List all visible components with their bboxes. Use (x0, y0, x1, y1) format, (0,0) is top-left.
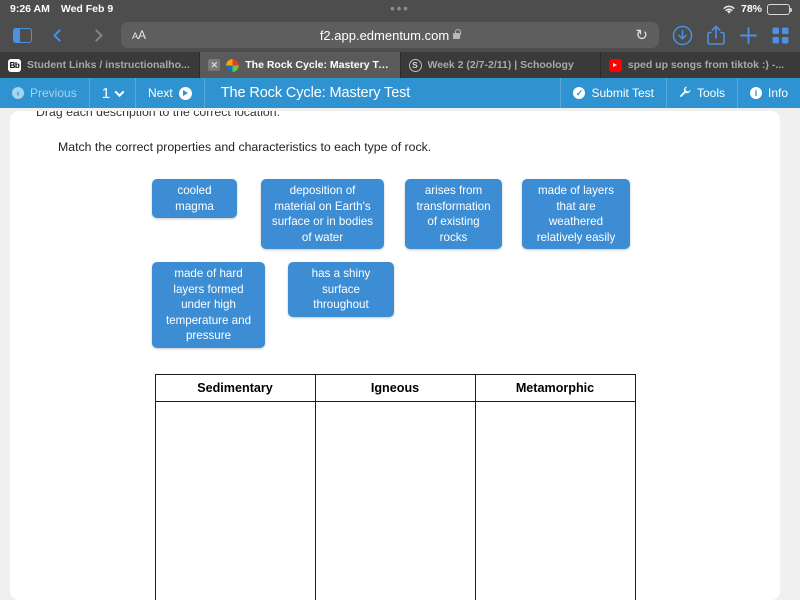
tab-label: Student Links / instructionalho... (27, 59, 190, 71)
draggable-tile[interactable]: deposition of material on Earth's surfac… (261, 179, 384, 249)
previous-label: Previous (30, 86, 77, 100)
schoology-icon: S (408, 58, 422, 72)
rock-classification-table: Sedimentary Igneous Metamorphic (154, 373, 636, 600)
draggable-tile[interactable]: arises from transformation of existing r… (405, 179, 502, 249)
edmentum-app-bar: ‹ Previous 1 Next The Rock Cycle: Master… (0, 78, 800, 108)
question-prompt: Match the correct properties and charact… (58, 140, 432, 154)
status-center-dots: ••• (390, 1, 410, 16)
assessment-card: Drag each description to the correct loc… (10, 111, 780, 600)
previous-circle-icon: ‹ (12, 87, 24, 99)
tab-label: The Rock Cycle: Mastery Test (245, 59, 392, 71)
ios-status-bar: 9:26 AM Wed Feb 9 ••• 78% (0, 0, 800, 18)
share-icon[interactable] (706, 24, 726, 46)
browser-tab-schoology[interactable]: S Week 2 (2/7-2/11) | Schoology (400, 52, 601, 78)
page-title: The Rock Cycle: Mastery Test (220, 85, 411, 101)
tab-strip: Bb Student Links / instructionalho... ✕ … (0, 52, 800, 78)
table-header-row: Sedimentary Igneous Metamorphic (154, 373, 636, 402)
check-circle-icon: ✓ (573, 87, 586, 99)
back-chevron-icon[interactable] (47, 23, 71, 47)
info-button[interactable]: i Info (736, 78, 800, 108)
draggable-tile[interactable]: has a shiny surface throughout (288, 262, 394, 317)
tab-label: Week 2 (2/7-2/11) | Schoology (427, 59, 574, 71)
drop-zone-sedimentary[interactable] (154, 400, 316, 600)
youtube-icon (608, 58, 622, 72)
battery-percent-label: 78% (740, 3, 762, 15)
chevron-down-icon (114, 86, 125, 97)
drag-instruction-clipped: Drag each description to the correct loc… (36, 111, 281, 119)
drop-zone-igneous[interactable] (314, 400, 476, 600)
submit-test-button[interactable]: ✓ Submit Test (560, 78, 665, 108)
address-bar-url: f2.app.edmentum.com (319, 27, 450, 43)
draggable-tile[interactable]: made of layers that are weathered relati… (522, 179, 630, 249)
plus-icon[interactable] (739, 26, 758, 45)
draggable-tile[interactable]: made of hard layers formed under high te… (152, 262, 265, 348)
browser-tab-student-links[interactable]: Bb Student Links / instructionalho... (0, 52, 201, 78)
next-arrow-circle-icon (178, 86, 192, 100)
tools-label: Tools (696, 86, 725, 100)
edmentum-icon (226, 58, 240, 72)
tab-grid-icon[interactable] (771, 26, 790, 45)
info-circle-icon: i (749, 87, 762, 99)
submit-test-label: Submit Test (591, 86, 654, 100)
app-bar-right-actions: ✓ Submit Test Tools i Info (560, 78, 800, 108)
next-button[interactable]: Next (136, 78, 205, 108)
browser-tab-rock-cycle[interactable]: ✕ The Rock Cycle: Mastery Test (200, 52, 401, 78)
page-number-dropdown[interactable]: 1 (90, 78, 137, 108)
wrench-icon (679, 86, 691, 101)
info-label: Info (767, 86, 788, 100)
tab-label: sped up songs from tiktok :) -... (627, 59, 785, 71)
tools-button[interactable]: Tools (665, 78, 737, 108)
column-header-metamorphic: Metamorphic (474, 373, 636, 402)
safari-toolbar: AA f2.app.edmentum.com ↻ (0, 18, 800, 52)
drop-zone-metamorphic[interactable] (474, 400, 636, 600)
forward-chevron-icon (84, 23, 108, 47)
browser-tab-youtube[interactable]: sped up songs from tiktok :) -... (600, 52, 800, 78)
tile-row: cooled magma deposition of material on E… (152, 179, 754, 249)
address-bar[interactable]: AA f2.app.edmentum.com ↻ (121, 22, 659, 48)
previous-button: ‹ Previous (0, 78, 90, 108)
blackboard-icon: Bb (8, 58, 21, 72)
close-icon[interactable]: ✕ (208, 59, 221, 71)
tile-row: made of hard layers formed under high te… (152, 262, 754, 348)
draggable-tiles-area: cooled magma deposition of material on E… (152, 179, 754, 348)
sidebar-toggle-icon[interactable] (10, 23, 34, 47)
address-bar-url-group: f2.app.edmentum.com (121, 28, 659, 43)
text-size-button[interactable]: AA (132, 28, 146, 42)
status-bar-right: 78% (722, 3, 792, 15)
draggable-tile[interactable]: cooled magma (152, 179, 237, 218)
download-icon[interactable] (672, 25, 693, 46)
wifi-icon (722, 4, 736, 15)
next-label: Next (148, 86, 173, 100)
page-number-value: 1 (101, 84, 111, 102)
lock-icon (453, 29, 461, 39)
table-row (154, 400, 636, 600)
column-header-igneous: Igneous (314, 373, 476, 402)
column-header-sedimentary: Sedimentary (154, 373, 316, 402)
page-scroll-area[interactable]: Drag each description to the correct loc… (0, 108, 800, 600)
battery-icon (767, 3, 792, 15)
reload-icon[interactable]: ↻ (635, 28, 648, 43)
